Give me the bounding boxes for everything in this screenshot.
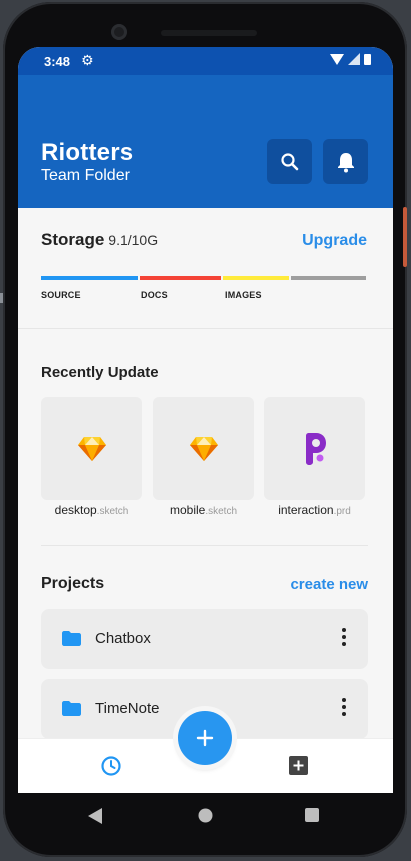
earpiece-speaker: [161, 30, 257, 36]
storage-legend-images: IMAGES: [225, 290, 262, 300]
section-divider: [18, 328, 393, 329]
add-box-icon: [289, 756, 308, 775]
clock-icon: [101, 756, 121, 776]
home-icon: [198, 808, 213, 823]
file-name: interaction: [278, 503, 334, 517]
wifi-icon: [330, 53, 344, 65]
status-time: 3:48: [44, 54, 71, 69]
add-fab-button[interactable]: [178, 711, 232, 765]
sketch-icon: [189, 436, 218, 461]
section-divider: [41, 545, 368, 546]
back-button[interactable]: [88, 808, 102, 829]
project-name: TimeNote: [95, 700, 160, 717]
protopie-icon: [305, 432, 326, 465]
file-extension: .sketch: [205, 506, 238, 517]
recent-file-card[interactable]: [153, 397, 254, 500]
storage-segment-source: [41, 276, 138, 280]
sketch-icon: [77, 436, 106, 461]
file-name: mobile: [169, 503, 206, 517]
storage-segment-docs: [140, 276, 221, 280]
more-options-icon[interactable]: [342, 698, 346, 716]
app-header: Riotters Team Folder: [18, 75, 393, 208]
page-subtitle: Team Folder: [41, 167, 130, 184]
window-edge-mark: [0, 293, 3, 303]
search-icon: [280, 152, 298, 170]
power-button: [403, 207, 407, 267]
add-tab[interactable]: [289, 756, 308, 780]
back-icon: [88, 808, 102, 824]
status-icons: [330, 53, 371, 65]
settings-gear-icon: ⚙: [81, 52, 94, 68]
create-new-link[interactable]: create new: [290, 576, 368, 593]
system-navigation-bar: [18, 793, 393, 839]
upgrade-link[interactable]: Upgrade: [302, 232, 367, 250]
file-extension: .sketch: [96, 506, 129, 517]
recent-file-card[interactable]: [264, 397, 365, 500]
more-options-icon[interactable]: [342, 628, 346, 646]
storage-bar: [41, 276, 368, 280]
page-title: Riotters: [41, 139, 134, 166]
notifications-button[interactable]: [323, 139, 368, 184]
recent-file-card[interactable]: [41, 397, 142, 500]
battery-icon: [364, 53, 371, 65]
overview-icon: [305, 808, 319, 822]
folder-icon: [62, 631, 81, 646]
search-button[interactable]: [267, 139, 312, 184]
front-camera: [111, 24, 127, 40]
project-item[interactable]: Chatbox: [41, 609, 368, 669]
recent-title: Recently Update: [41, 364, 159, 381]
storage-label: Storage: [41, 230, 105, 249]
recent-tab[interactable]: [100, 755, 122, 782]
home-button[interactable]: [198, 808, 213, 828]
status-bar: 3:48 ⚙: [18, 47, 393, 75]
recent-file-name: mobile.sketch: [146, 503, 261, 517]
storage-legend-docs: DOCS: [141, 290, 168, 300]
app-screen: 3:48 ⚙ Riotters Team Folder Storage 9.1/1…: [18, 47, 393, 793]
storage-value: 9.1/10G: [108, 232, 159, 248]
recent-file-name: desktop.sketch: [34, 503, 149, 517]
overview-button[interactable]: [305, 808, 319, 827]
storage-segment-other: [291, 276, 366, 280]
bell-icon: [337, 152, 354, 172]
file-extension: .prd: [333, 506, 351, 517]
recent-file-name: interaction.prd: [257, 503, 372, 517]
file-name: desktop: [54, 503, 97, 517]
storage-legend-source: SOURCE: [41, 290, 81, 300]
signal-icon: [348, 53, 360, 65]
projects-title: Projects: [41, 575, 105, 592]
storage-segment-images: [223, 276, 289, 280]
folder-icon: [62, 701, 81, 716]
plus-icon: [196, 729, 214, 747]
project-name: Chatbox: [95, 630, 151, 647]
